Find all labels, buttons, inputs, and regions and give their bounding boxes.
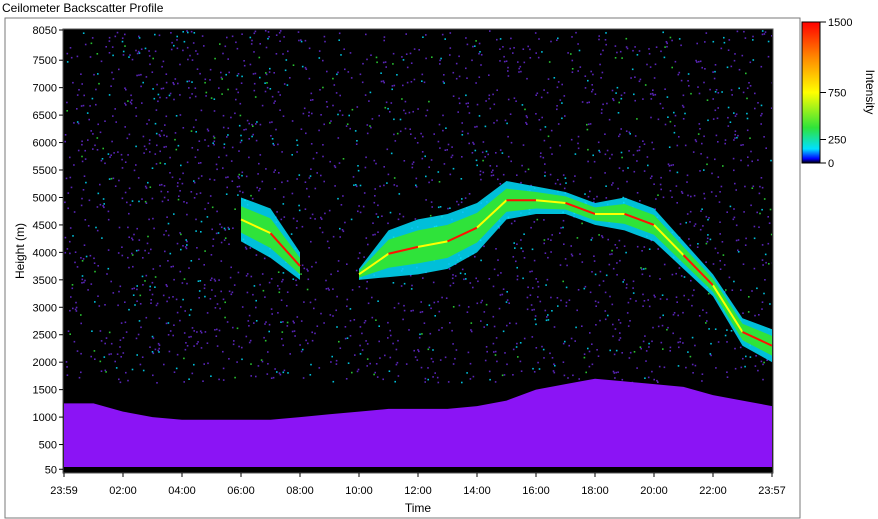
y-tick-label: 7500: [33, 55, 57, 67]
y-tick-label: 3000: [33, 302, 57, 314]
y-tick-label: 6000: [33, 138, 57, 150]
colorbar-label: Intensity: [863, 70, 877, 115]
y-tick-label: 4000: [33, 247, 57, 259]
y-tick-label: 6500: [33, 110, 57, 122]
x-tick-label: 12:00: [404, 485, 432, 497]
y-tick-label: 500: [39, 440, 57, 452]
x-tick-label: 20:00: [640, 485, 668, 497]
x-tick-label: 06:00: [227, 485, 255, 497]
x-tick-label: 10:00: [345, 485, 373, 497]
y-axis-label: Height (m): [13, 223, 27, 279]
x-tick-label: 08:00: [286, 485, 314, 497]
x-tick-label: 14:00: [463, 485, 491, 497]
colorbar-tick-label: 750: [828, 88, 846, 100]
y-tick-label: 50: [45, 464, 57, 476]
backscatter-chart: 5050010001500200025003000350040004500500…: [4, 17, 877, 519]
colorbar: [801, 21, 821, 164]
y-tick-label: 8050: [33, 25, 57, 37]
x-tick-label: 04:00: [168, 485, 196, 497]
y-tick-label: 7000: [33, 83, 57, 95]
y-tick-label: 3500: [33, 275, 57, 287]
x-tick-label: 18:00: [581, 485, 609, 497]
y-tick-label: 1000: [33, 412, 57, 424]
colorbar-tick-label: 250: [828, 135, 846, 147]
y-tick-label: 5000: [33, 192, 57, 204]
x-tick-label: 22:00: [699, 485, 727, 497]
y-tick-label: 2000: [33, 357, 57, 369]
x-tick-label: 23:59: [50, 485, 78, 497]
colorbar-tick-label: 1500: [828, 17, 852, 29]
x-tick-label: 23:57: [758, 485, 786, 497]
x-tick-label: 02:00: [109, 485, 137, 497]
y-tick-label: 1500: [33, 385, 57, 397]
y-tick-label: 2500: [33, 330, 57, 342]
x-axis-label: Time: [405, 501, 432, 515]
y-tick-label: 5500: [33, 165, 57, 177]
x-tick-label: 16:00: [522, 485, 550, 497]
colorbar-tick-label: 0: [828, 158, 834, 170]
y-tick-label: 4500: [33, 220, 57, 232]
